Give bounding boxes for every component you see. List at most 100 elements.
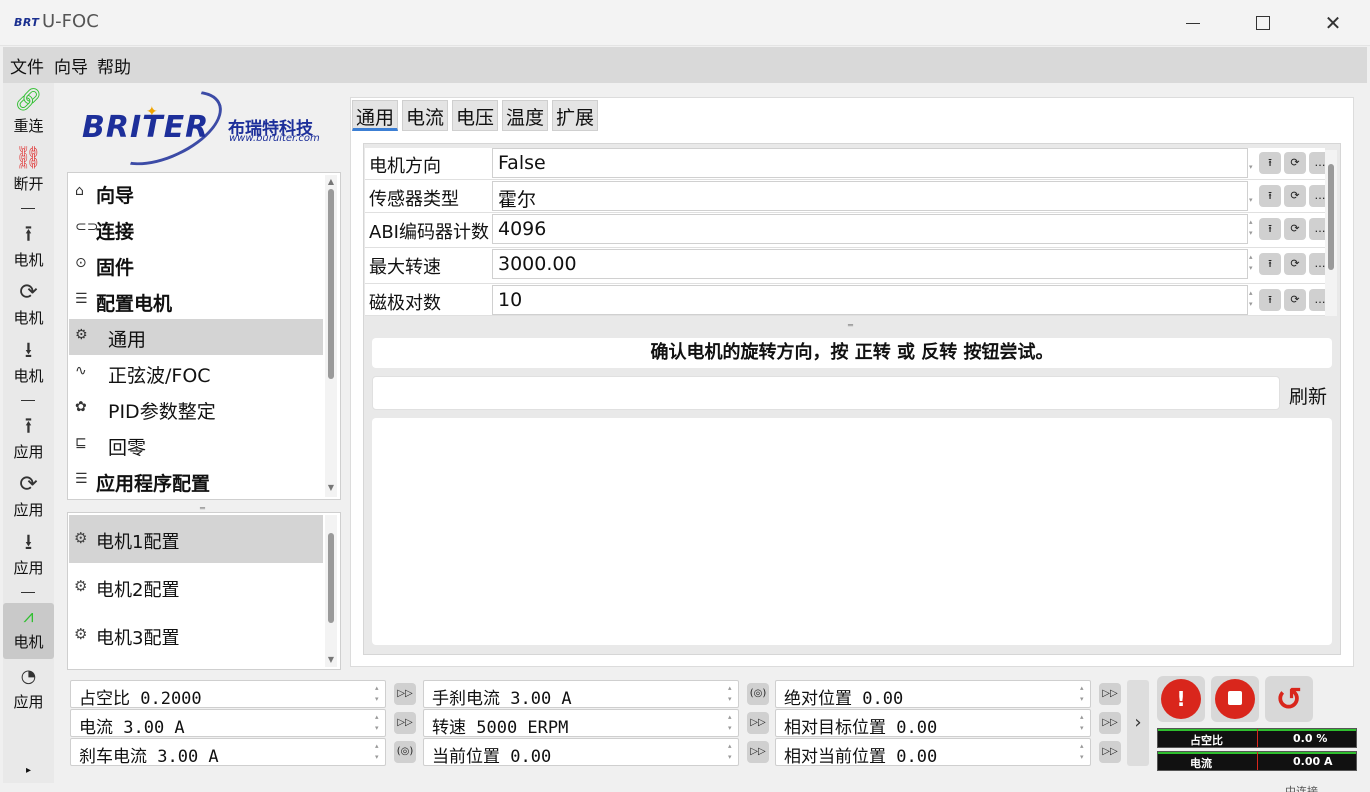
sensor-type-combo[interactable]: 霍尔 [492,181,1248,211]
nav-item-firmware[interactable]: ⊙ 固件 [69,247,323,283]
upload-icon[interactable]: ⭱ [1259,218,1281,240]
play-icon[interactable]: ▷▷ [394,712,416,734]
toolbar-separator [21,592,35,593]
play-icon[interactable]: ▷▷ [747,712,769,734]
property-row-pole-pairs: 磁极对数 10 ▴ ▾ ⭱ ⟳ … [365,285,1331,316]
abi-count-spinbox[interactable]: 4096 [492,214,1248,244]
toolbar-expand-button[interactable]: ▸ [3,765,54,776]
refresh-button[interactable]: 刷新 [1289,382,1327,409]
refresh-app-button[interactable]: ⟳ 应用 [3,471,54,520]
config-item-motor2[interactable]: ⚙ 电机2配置 [69,563,323,611]
upload-icon[interactable]: ⭱ [1259,152,1281,174]
current-field[interactable]: 电流 3.00 A [70,709,386,738]
brake-icon[interactable]: (◎) [747,683,769,705]
property-scrollbar[interactable] [1325,150,1337,316]
nav-item-homing[interactable]: ⊑ 回零 [69,427,323,463]
relative-target-position-field[interactable]: 相对目标位置 0.00 [775,709,1091,738]
upload-motor-button[interactable]: ⭱ 电机 [3,221,54,270]
config-scroll-thumb[interactable] [328,533,334,623]
refresh-icon[interactable]: ⟳ [1284,289,1306,311]
menu-help[interactable]: 帮助 [97,53,131,78]
config-scrollbar[interactable]: ▼ [325,515,337,667]
menu-file[interactable]: 文件 [10,53,44,78]
close-button[interactable]: ✕ [1318,10,1348,36]
tab-current[interactable]: 电流 [402,100,449,131]
motor-direction-combo[interactable]: False [492,148,1248,178]
row-actions: ⭱ ⟳ … [1259,253,1335,277]
app-monitor-button[interactable]: ◔ 应用 [3,663,54,712]
play-icon[interactable]: ▷▷ [1099,712,1121,734]
current-position-field[interactable]: 当前位置 0.00 [423,738,739,767]
refresh-icon[interactable]: ⟳ [1284,152,1306,174]
nav-item-motor-config[interactable]: ☰ 配置电机 [69,283,323,319]
upload-icon[interactable]: ⭱ [1259,289,1281,311]
splitter-handle[interactable]: ‗ [200,499,205,510]
download-motor-button[interactable]: ⭳ 电机 [3,337,54,386]
minimize-button[interactable] [1178,10,1208,36]
play-icon[interactable]: ▷▷ [1099,683,1121,705]
refresh-icon[interactable]: ⟳ [1284,185,1306,207]
tab-temperature[interactable]: 温度 [502,100,549,131]
relative-current-position-field[interactable]: 相对当前位置 0.00 [775,738,1091,767]
duty-cycle-field[interactable]: 占空比 0.2000 [70,680,386,709]
motor-monitor-button[interactable]: ⩘ 电机 [3,603,54,659]
config-item-motor3[interactable]: ⚙ 电机3配置 [69,611,323,659]
brand-url: www.buruiter.com [229,133,320,144]
title-bar: BRT U-FOC ✕ [0,0,1370,46]
gauge-value: 0.00 A [1293,755,1333,768]
alarm-button[interactable]: ! [1157,676,1205,722]
tab-extension[interactable]: 扩展 [552,100,599,131]
nav-item-wizard[interactable]: ⌂ 向导 [69,175,323,211]
speed-field[interactable]: 转速 5000 ERPM [423,709,739,738]
reconnect-label: 重连 [13,117,44,135]
play-icon[interactable]: ▷▷ [747,741,769,763]
config-item-label: 电机3配置 [96,628,180,649]
direction-test-area [372,418,1332,645]
play-icon[interactable]: ▷▷ [394,683,416,705]
combo-arrow-icon: ▾ [1249,163,1253,171]
config-item-motor1[interactable]: ⚙ 电机1配置 [69,515,323,563]
upload-icon[interactable]: ⭱ [1259,253,1281,275]
expand-panel-button[interactable]: › [1127,680,1149,766]
max-speed-spinbox[interactable]: 3000.00 [492,249,1248,279]
nav-scroll-thumb[interactable] [328,189,334,379]
menu-wizard[interactable]: 向导 [54,53,88,78]
motor-chart-icon: ⩘ [23,606,34,627]
tab-general[interactable]: 通用 [352,100,399,131]
splitter-handle[interactable]: ‗ [848,316,853,327]
reconnect-button[interactable]: 🔗︎ 重连 [3,87,54,136]
upload-icon[interactable]: ⭱ [1259,185,1281,207]
reset-button[interactable]: ↺ [1265,676,1313,722]
brake-icon[interactable]: (◎) [394,741,416,763]
homing-icon: ⊑ [75,435,87,451]
nav-item-foc[interactable]: ∿ 正弦波/FOC [69,355,323,391]
handbrake-current-field[interactable]: 手刹电流 3.00 A [423,680,739,709]
nav-item-connect[interactable]: ⊂⊃ 连接 [69,211,323,247]
stop-button[interactable] [1211,676,1259,722]
play-icon[interactable]: ▷▷ [1099,741,1121,763]
refresh-icon[interactable]: ⟳ [1284,218,1306,240]
refresh-motor-label: 电机 [13,309,44,327]
nav-item-label: 连接 [96,221,135,243]
property-row-sensor-type: 传感器类型 霍尔 ▾ ⭱ ⟳ … [365,181,1331,213]
download-app-button[interactable]: ⭳ 应用 [3,529,54,578]
nav-item-general[interactable]: ⚙ 通用 [69,319,323,355]
refresh-icon[interactable]: ⟳ [1284,253,1306,275]
nav-item-pid[interactable]: ✿ PID参数整定 [69,391,323,427]
row-actions: ⭱ ⟳ … [1259,152,1335,176]
property-name: 磁极对数 [369,293,441,314]
absolute-position-field[interactable]: 绝对位置 0.00 [775,680,1091,709]
maximize-button[interactable] [1248,10,1278,36]
disconnect-button[interactable]: ⛓ 断开 [3,145,54,194]
brake-current-field[interactable]: 刹车电流 3.00 A [70,738,386,767]
pole-pairs-spinbox[interactable]: 10 [492,285,1248,315]
nav-scrollbar[interactable]: ▲ ▼ [325,175,337,497]
property-scroll-thumb[interactable] [1328,164,1334,270]
refresh-input[interactable] [372,376,1280,410]
tab-voltage[interactable]: 电压 [452,100,499,131]
property-name: 电机方向 [369,156,441,177]
nav-item-app-config[interactable]: ☰ 应用程序配置 [69,463,323,499]
upload-app-button[interactable]: ⭱ 应用 [3,413,54,462]
refresh-motor-button[interactable]: ⟳ 电机 [3,279,54,328]
row-actions: ⭱ ⟳ … [1259,218,1335,242]
